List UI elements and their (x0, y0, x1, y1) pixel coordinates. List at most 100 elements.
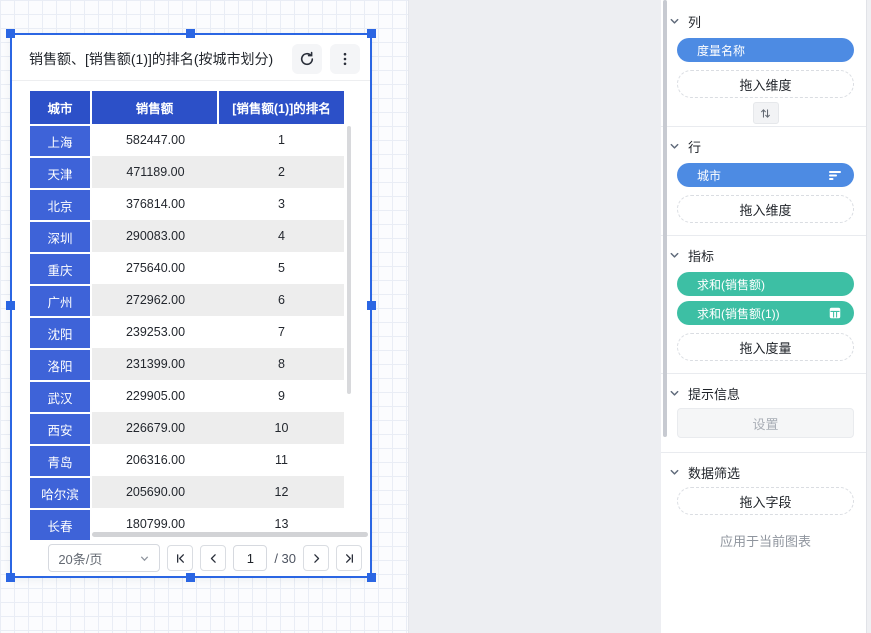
page-size-value: 20条/页 (58, 549, 139, 568)
resize-handle-bottom-left[interactable] (6, 573, 15, 582)
pill-sum-sales-1[interactable]: 求和(销售额(1)) (677, 301, 854, 325)
section-tooltip-header[interactable]: 提示信息 (669, 380, 854, 406)
section-title: 提示信息 (688, 384, 740, 403)
drop-label: 拖入维度 (739, 75, 791, 94)
prev-page-icon (207, 552, 220, 565)
chart-card[interactable]: 销售额、[销售额(1)]的排名(按城市划分) 城市 销 (10, 33, 372, 578)
drop-label: 拖入维度 (739, 200, 791, 219)
resize-handle-top-left[interactable] (6, 29, 15, 38)
resize-handle-middle-right[interactable] (367, 301, 376, 310)
sort-icon[interactable] (828, 169, 842, 181)
chevron-down-icon (669, 250, 680, 261)
table-row: 天津 471189.00 2 (30, 156, 344, 188)
page-size-select[interactable]: 20条/页 (48, 544, 160, 572)
table-row: 上海 582447.00 1 (30, 124, 344, 156)
vertical-scrollbar[interactable] (347, 126, 351, 394)
page-number-input[interactable]: 1 (233, 545, 267, 571)
settings-label: 设置 (752, 414, 778, 433)
swap-axes-button[interactable] (753, 102, 779, 124)
city-cell: 广州 (30, 284, 92, 316)
section-title: 行 (688, 137, 701, 156)
rank-cell: 11 (219, 444, 344, 476)
drop-field-button[interactable]: 拖入字段 (677, 487, 854, 515)
chart-title: 销售额、[销售额(1)]的排名(按城市划分) (29, 49, 284, 69)
drop-dimension-button-column[interactable]: 拖入维度 (677, 70, 854, 98)
city-cell: 武汉 (30, 380, 92, 412)
resize-handle-bottom-middle[interactable] (186, 573, 195, 582)
column-header-sales[interactable]: 销售额 (92, 91, 219, 124)
quick-calc-icon[interactable] (828, 306, 842, 320)
rank-cell: 1 (219, 124, 344, 156)
tooltip-settings-button[interactable]: 设置 (677, 408, 854, 438)
sales-cell: 275640.00 (92, 252, 219, 284)
pill-label: 求和(销售额(1)) (697, 305, 780, 322)
chevron-down-icon (669, 16, 680, 27)
rank-cell: 2 (219, 156, 344, 188)
sales-cell: 471189.00 (92, 156, 219, 188)
rank-cell: 8 (219, 348, 344, 380)
table-row: 武汉 229905.00 9 (30, 380, 344, 412)
sales-cell: 239253.00 (92, 316, 219, 348)
table-row: 沈阳 239253.00 7 (30, 316, 344, 348)
section-divider (661, 373, 866, 374)
prev-page-button[interactable] (200, 545, 226, 571)
section-filter-header[interactable]: 数据筛选 (669, 459, 854, 485)
bi-editor: 销售额、[销售额(1)]的排名(按城市划分) 城市 销 (0, 0, 871, 633)
data-table: 城市 销售额 [销售额(1)]的排名 上海 582447.00 1 天津 471… (30, 91, 344, 540)
table-row: 西安 226679.00 10 (30, 412, 344, 444)
rank-cell: 9 (219, 380, 344, 412)
drop-measure-button[interactable]: 拖入度量 (677, 333, 854, 361)
resize-handle-top-middle[interactable] (186, 29, 195, 38)
last-page-button[interactable] (336, 545, 362, 571)
city-cell: 洛阳 (30, 348, 92, 380)
card-header: 销售额、[销售额(1)]的排名(按城市划分) (12, 35, 370, 80)
resize-handle-middle-left[interactable] (6, 301, 15, 310)
pill-sum-sales[interactable]: 求和(销售额) (677, 272, 854, 296)
sales-cell: 582447.00 (92, 124, 219, 156)
section-metric-header[interactable]: 指标 (669, 242, 854, 268)
table-row: 广州 272962.00 6 (30, 284, 344, 316)
city-cell: 重庆 (30, 252, 92, 284)
horizontal-scrollbar[interactable] (92, 532, 368, 537)
rank-cell: 12 (219, 476, 344, 508)
filter-scope-note: 应用于当前图表 (677, 531, 854, 550)
chevron-down-icon (669, 388, 680, 399)
page-total-label: / 30 (274, 551, 296, 566)
section-column-header[interactable]: 列 (669, 8, 854, 34)
refresh-button[interactable] (292, 44, 322, 74)
rank-cell: 10 (219, 412, 344, 444)
resize-handle-bottom-right[interactable] (367, 573, 376, 582)
chevron-down-icon (669, 141, 680, 152)
pill-measure-name[interactable]: 度量名称 (677, 38, 854, 62)
panel-scrollbar[interactable] (663, 0, 667, 437)
drop-dimension-button-row[interactable]: 拖入维度 (677, 195, 854, 223)
table-row: 青岛 206316.00 11 (30, 444, 344, 476)
section-row-header[interactable]: 行 (669, 133, 854, 159)
city-cell: 北京 (30, 188, 92, 220)
refresh-icon (299, 51, 315, 67)
sales-cell: 272962.00 (92, 284, 219, 316)
last-page-icon (343, 552, 356, 565)
rank-cell: 4 (219, 220, 344, 252)
pill-label: 求和(销售额) (697, 276, 765, 293)
pill-label: 城市 (697, 167, 721, 184)
column-header-city[interactable]: 城市 (30, 91, 92, 124)
pill-city[interactable]: 城市 (677, 163, 854, 187)
column-header-rank[interactable]: [销售额(1)]的排名 (219, 91, 344, 124)
section-divider (661, 452, 866, 453)
city-cell: 青岛 (30, 444, 92, 476)
next-page-button[interactable] (303, 545, 329, 571)
table-header-row: 城市 销售额 [销售额(1)]的排名 (30, 91, 344, 124)
section-divider (661, 126, 866, 127)
window-scrollbar-track[interactable] (866, 0, 871, 633)
sales-cell: 226679.00 (92, 412, 219, 444)
more-options-button[interactable] (330, 44, 360, 74)
first-page-button[interactable] (167, 545, 193, 571)
sales-cell: 290083.00 (92, 220, 219, 252)
next-page-icon (310, 552, 323, 565)
resize-handle-top-right[interactable] (367, 29, 376, 38)
sales-cell: 229905.00 (92, 380, 219, 412)
rank-cell: 3 (219, 188, 344, 220)
sales-cell: 205690.00 (92, 476, 219, 508)
drop-label: 拖入字段 (739, 492, 791, 511)
